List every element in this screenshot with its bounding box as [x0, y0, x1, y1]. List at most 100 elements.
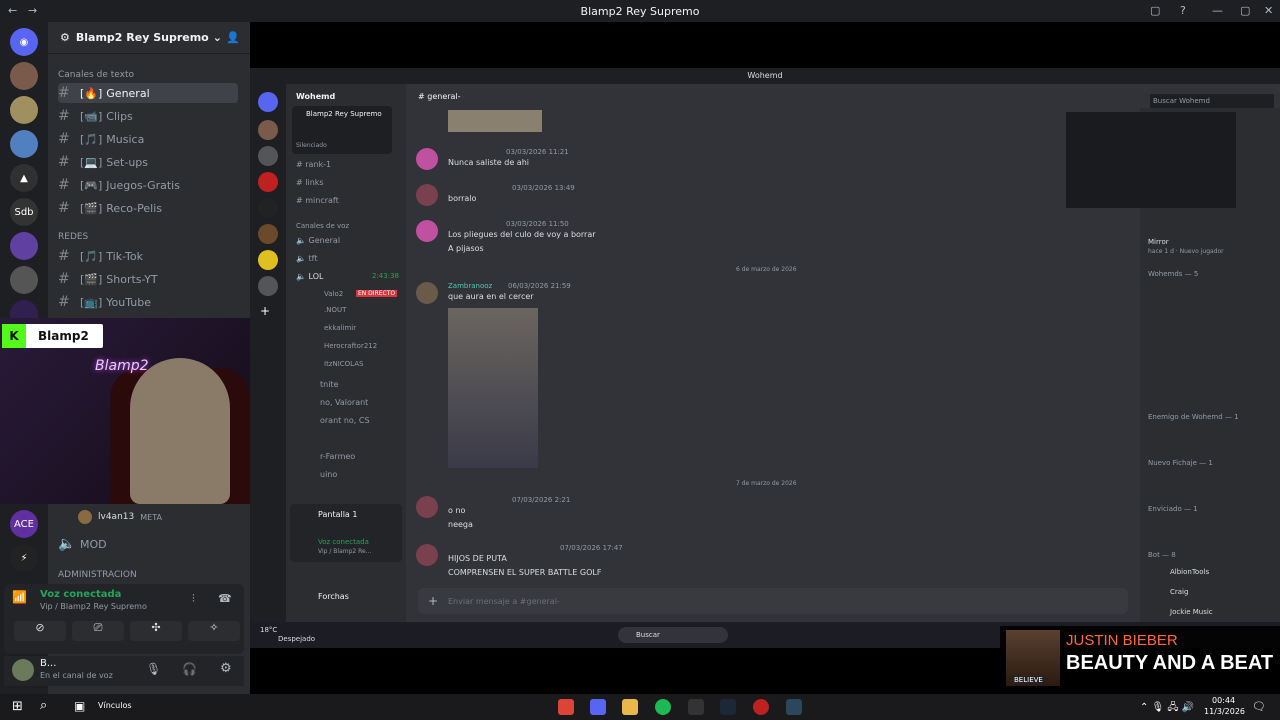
inner-server-name[interactable]: Wohemd [296, 92, 335, 101]
voice-user[interactable]: .NOUT [324, 306, 346, 314]
task-view-icon[interactable]: ▣ [74, 699, 85, 713]
discord-icon[interactable] [590, 699, 606, 715]
avatar[interactable] [416, 148, 438, 170]
image-attachment[interactable] [448, 308, 538, 468]
links-toolbar[interactable]: Vínculos [98, 701, 132, 710]
server-icon[interactable] [10, 232, 38, 260]
channel-juegos[interactable]: # [🎮] Juegos-Gratis [58, 175, 238, 195]
add-icon[interactable]: + [428, 594, 438, 608]
app-icon[interactable] [753, 699, 769, 715]
screen-preview[interactable] [1066, 112, 1236, 208]
server-icon[interactable] [258, 224, 278, 244]
windows-start-icon[interactable]: ⊞ [12, 699, 23, 714]
server-icon[interactable] [10, 130, 38, 158]
channel-setups[interactable]: # [💻] Set-ups [58, 152, 238, 172]
inner-channel[interactable]: # rank-1 [296, 160, 331, 169]
microphone-icon[interactable]: 🎙 [146, 662, 161, 676]
discord-home-icon[interactable]: ◉ [10, 28, 38, 56]
search-icon[interactable]: ⌕ [40, 698, 47, 713]
server-icon[interactable] [258, 250, 278, 270]
avatar[interactable] [12, 659, 34, 681]
member-name[interactable]: Jockie Music [1170, 608, 1213, 616]
image-attachment[interactable] [448, 110, 542, 132]
file-explorer-icon[interactable] [622, 699, 638, 715]
server-icon[interactable] [258, 146, 278, 166]
inner-channel[interactable]: tnite [320, 380, 339, 389]
steam-icon[interactable] [720, 699, 736, 715]
close-icon[interactable]: ✕ [1264, 4, 1273, 17]
help-icon[interactable]: ? [1180, 4, 1186, 17]
voice-user[interactable]: ItzNICOLAS [324, 360, 363, 368]
waveform-icon[interactable]: ⫶ [192, 592, 195, 606]
inbox-icon[interactable]: ▢ [1150, 4, 1160, 17]
server-icon[interactable]: ⚡ [10, 544, 38, 572]
channel-general[interactable]: # [🔥] General [58, 83, 238, 103]
discord-home-icon[interactable] [258, 92, 278, 112]
avatar[interactable] [416, 496, 438, 518]
voice-status[interactable]: Voz conectada [318, 538, 369, 546]
tray-icons[interactable]: ⌃ 🎙 🖧 🔊 [1140, 700, 1194, 717]
category-label[interactable]: Canales de texto [58, 70, 134, 80]
voice-status[interactable]: Voz conectada [40, 589, 121, 600]
activities-button[interactable]: ✣ [130, 621, 182, 641]
inner-channel[interactable]: r-Farmeo [320, 452, 355, 461]
server-icon[interactable] [258, 172, 278, 192]
add-user-icon[interactable]: 👤 [226, 31, 240, 44]
steam-icon[interactable] [786, 699, 802, 715]
minimize-icon[interactable]: — [1212, 4, 1223, 17]
avatar[interactable] [416, 282, 438, 304]
soundboard-button[interactable]: ✧ [188, 621, 240, 641]
channel-clips[interactable]: # [📹] Clips [58, 106, 238, 126]
avatar[interactable] [416, 184, 438, 206]
server-icon[interactable]: Sdb [10, 198, 38, 226]
server-icon[interactable] [10, 266, 38, 294]
epic-games-icon[interactable] [688, 699, 704, 715]
channel-recopelis[interactable]: # [🎬] Reco-Pelis [58, 198, 238, 218]
inner-voice-channel[interactable]: 🔈 tft [296, 254, 317, 263]
inner-channel[interactable]: # mincraft [296, 196, 339, 205]
server-icon[interactable] [258, 198, 278, 218]
voice-user[interactable]: Herocraftor212 [324, 342, 377, 350]
avatar[interactable] [416, 544, 438, 566]
server-icon[interactable] [10, 96, 38, 124]
server-icon[interactable] [258, 120, 278, 140]
category-label[interactable]: REDES [58, 232, 88, 242]
server-icon[interactable] [10, 62, 38, 90]
category-label[interactable]: Canales de voz [296, 222, 349, 230]
camera-off-button[interactable]: ⊘ [14, 621, 66, 641]
inner-channel[interactable]: uino [320, 470, 337, 479]
channel-youtube[interactable]: # [📺] YouTube [58, 292, 238, 312]
server-icon[interactable]: ACE [10, 510, 38, 538]
voice-user[interactable]: ekkalimir [324, 324, 356, 332]
inner-channel[interactable]: orant no, CS [320, 416, 370, 425]
maximize-icon[interactable]: ▢ [1240, 4, 1250, 17]
chrome-icon[interactable] [558, 699, 574, 715]
settings-icon[interactable]: ⚙ [220, 661, 232, 676]
channel-tiktok[interactable]: # [🎵] Tik-Tok [58, 246, 238, 266]
author-name[interactable]: Zambranooz [448, 282, 492, 290]
voice-user[interactable]: Valo2 [324, 290, 343, 298]
voice-channel-mod[interactable]: 🔈 MOD [58, 534, 238, 554]
inner-voice-channel[interactable]: 🔈 LOL [296, 272, 323, 281]
channel-musica[interactable]: # [🎵] Musica [58, 129, 238, 149]
add-server-icon[interactable]: + [260, 304, 270, 318]
inner-channel[interactable]: no, Valorant [320, 398, 368, 407]
screen-share-button[interactable]: ⎚ [72, 621, 124, 641]
voice-user[interactable]: lv4an13 META [78, 507, 258, 527]
server-icon[interactable]: ▲ [10, 164, 38, 192]
member-name[interactable]: Craig [1170, 588, 1188, 596]
disconnect-icon[interactable]: ☎ [218, 592, 232, 605]
search-input[interactable]: Buscar Wohemd [1150, 94, 1274, 108]
message-input[interactable]: + Enviar mensaje a #general- [418, 588, 1128, 614]
member-name[interactable]: AlbionTools [1170, 568, 1209, 576]
inner-voice-channel[interactable]: 🔈 General [296, 236, 340, 245]
avatar[interactable] [416, 220, 438, 242]
clock-time[interactable]: 00:44 [1212, 696, 1235, 705]
notifications-icon[interactable]: 🗨 [1252, 700, 1266, 713]
server-icon[interactable] [258, 276, 278, 296]
category-label[interactable]: ADMINISTRACION [58, 570, 137, 580]
inner-channel[interactable]: # links [296, 178, 324, 187]
headphones-icon[interactable]: 🎧 [182, 662, 197, 676]
server-header[interactable]: ⚙ Blamp2 Rey Supremo ⌄ 👤 [48, 22, 250, 54]
channel-shorts[interactable]: # [🎬] Shorts-YT [58, 269, 238, 289]
